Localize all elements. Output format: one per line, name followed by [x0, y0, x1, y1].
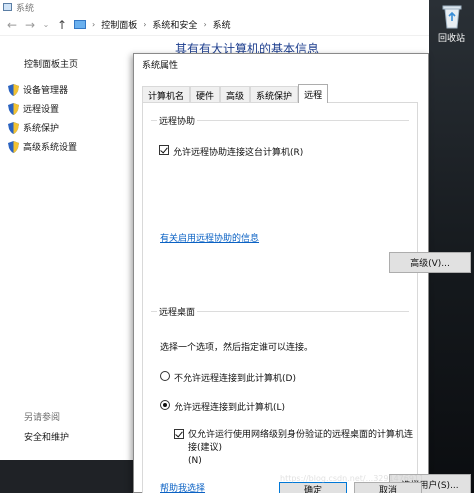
radio-label: 允许远程连接到此计算机(L) [174, 403, 286, 413]
breadcrumb: › 控制面板 › 系统和安全 › 系统 [74, 18, 231, 31]
nla-label-line2: (N) [188, 456, 202, 466]
recycle-bin-label: 回收站 [437, 34, 465, 44]
history-chevron-icon[interactable]: ⌄ [42, 20, 50, 29]
nla-only-checkbox[interactable]: 仅允许运行使用网络级别身份验证的远程桌面的计算机连接(建议) (N) [174, 429, 414, 468]
address-bar: ← → ⌄ ↑ › 控制面板 › 系统和安全 › 系统 [0, 14, 429, 36]
sidebar-item-label: 设备管理器 [23, 86, 69, 96]
radio-circle[interactable] [160, 400, 170, 410]
shield-icon [8, 83, 19, 96]
breadcrumb-separator-icon: › [143, 20, 147, 29]
sidebar-item-remote-settings[interactable]: 远程设置 [8, 102, 59, 115]
remote-assistance-info-link[interactable]: 有关启用远程协助的信息 [160, 231, 259, 244]
left-panel: 控制面板主页 设备管理器 远程设置 系统保护 高级系统设置 另请参阅 安全和维护 [0, 36, 133, 460]
ok-button[interactable]: 确定 [279, 482, 347, 493]
deny-remote-connections-radio[interactable]: 不允许远程连接到此计算机(D) [160, 371, 296, 384]
desktop: 回收站 [429, 0, 474, 493]
tab-system-protection[interactable]: 系统保护 [250, 86, 299, 103]
forward-arrow-icon[interactable]: → [24, 18, 36, 32]
checkbox-box[interactable] [159, 145, 169, 155]
help-me-choose-link[interactable]: 帮助我选择 [160, 481, 205, 493]
dialog-title: 系统属性 [142, 61, 179, 71]
breadcrumb-item[interactable]: 系统 [213, 18, 231, 31]
radio-label: 不允许远程连接到此计算机(D) [174, 374, 296, 384]
system-properties-dialog: 系统属性 计算机名 硬件 高级 系统保护 远程 远程协助 允许远程协助连接这台计… [133, 53, 471, 493]
sidebar-item-device-manager[interactable]: 设备管理器 [8, 83, 68, 96]
recycle-bin-icon [442, 5, 461, 29]
tab-strip: 计算机名 硬件 高级 系统保护 远程 [142, 84, 329, 103]
remote-desktop-group-label: 远程桌面 [157, 305, 198, 318]
control-panel-icon [74, 20, 86, 29]
window-titlebar: 系统 [0, 0, 429, 14]
security-maintenance-link[interactable]: 安全和维护 [24, 430, 69, 443]
sidebar-item-label: 远程设置 [23, 105, 60, 115]
nla-label-line1: 仅允许运行使用网络级别身份验证的远程桌面的计算机连接(建议) [188, 430, 414, 453]
see-also-heading: 另请参阅 [24, 413, 61, 423]
shield-icon [8, 102, 19, 115]
back-arrow-icon[interactable]: ← [6, 18, 18, 32]
checkbox-box[interactable] [174, 429, 184, 439]
system-icon [3, 3, 12, 11]
cancel-button[interactable]: 取消 [354, 482, 422, 493]
allow-remote-connections-radio[interactable]: 允许远程连接到此计算机(L) [160, 400, 285, 413]
remote-desktop-instruction: 选择一个选项，然后指定谁可以连接。 [160, 343, 314, 353]
remote-tab-panel: 远程协助 允许远程协助连接这台计算机(R) 有关启用远程协助的信息 高级(V).… [142, 102, 471, 493]
watermark-text: https://blog.csdn.net/...3291476911 [280, 474, 425, 483]
shield-icon [8, 140, 19, 153]
tab-remote[interactable]: 远程 [298, 84, 329, 103]
sidebar-item-label: 高级系统设置 [23, 143, 78, 153]
recycle-bin[interactable]: 回收站 [429, 2, 474, 44]
tab-computer-name[interactable]: 计算机名 [142, 86, 191, 103]
checkbox-label: 仅允许运行使用网络级别身份验证的远程桌面的计算机连接(建议) (N) [188, 429, 414, 468]
sidebar-item-advanced-settings[interactable]: 高级系统设置 [8, 140, 77, 153]
sidebar-item-label: 系统保护 [23, 124, 60, 134]
window-title: 系统 [16, 3, 35, 14]
advanced-button[interactable]: 高级(V)... [389, 252, 471, 273]
tab-advanced[interactable]: 高级 [220, 86, 251, 103]
breadcrumb-separator-icon: › [203, 20, 207, 29]
breadcrumb-separator-icon: › [92, 20, 96, 29]
allow-remote-assistance-checkbox[interactable]: 允许远程协助连接这台计算机(R) [159, 145, 303, 158]
remote-assistance-group-label: 远程协助 [157, 114, 198, 127]
checkbox-label: 允许远程协助连接这台计算机(R) [173, 148, 304, 158]
control-panel-home-link[interactable]: 控制面板主页 [24, 57, 78, 70]
tab-hardware[interactable]: 硬件 [190, 86, 221, 103]
sidebar-item-system-protection[interactable]: 系统保护 [8, 121, 59, 134]
breadcrumb-item[interactable]: 控制面板 [101, 18, 137, 31]
up-arrow-icon[interactable]: ↑ [56, 18, 68, 32]
shield-icon [8, 121, 19, 134]
radio-circle[interactable] [160, 371, 170, 381]
breadcrumb-item[interactable]: 系统和安全 [152, 18, 197, 31]
